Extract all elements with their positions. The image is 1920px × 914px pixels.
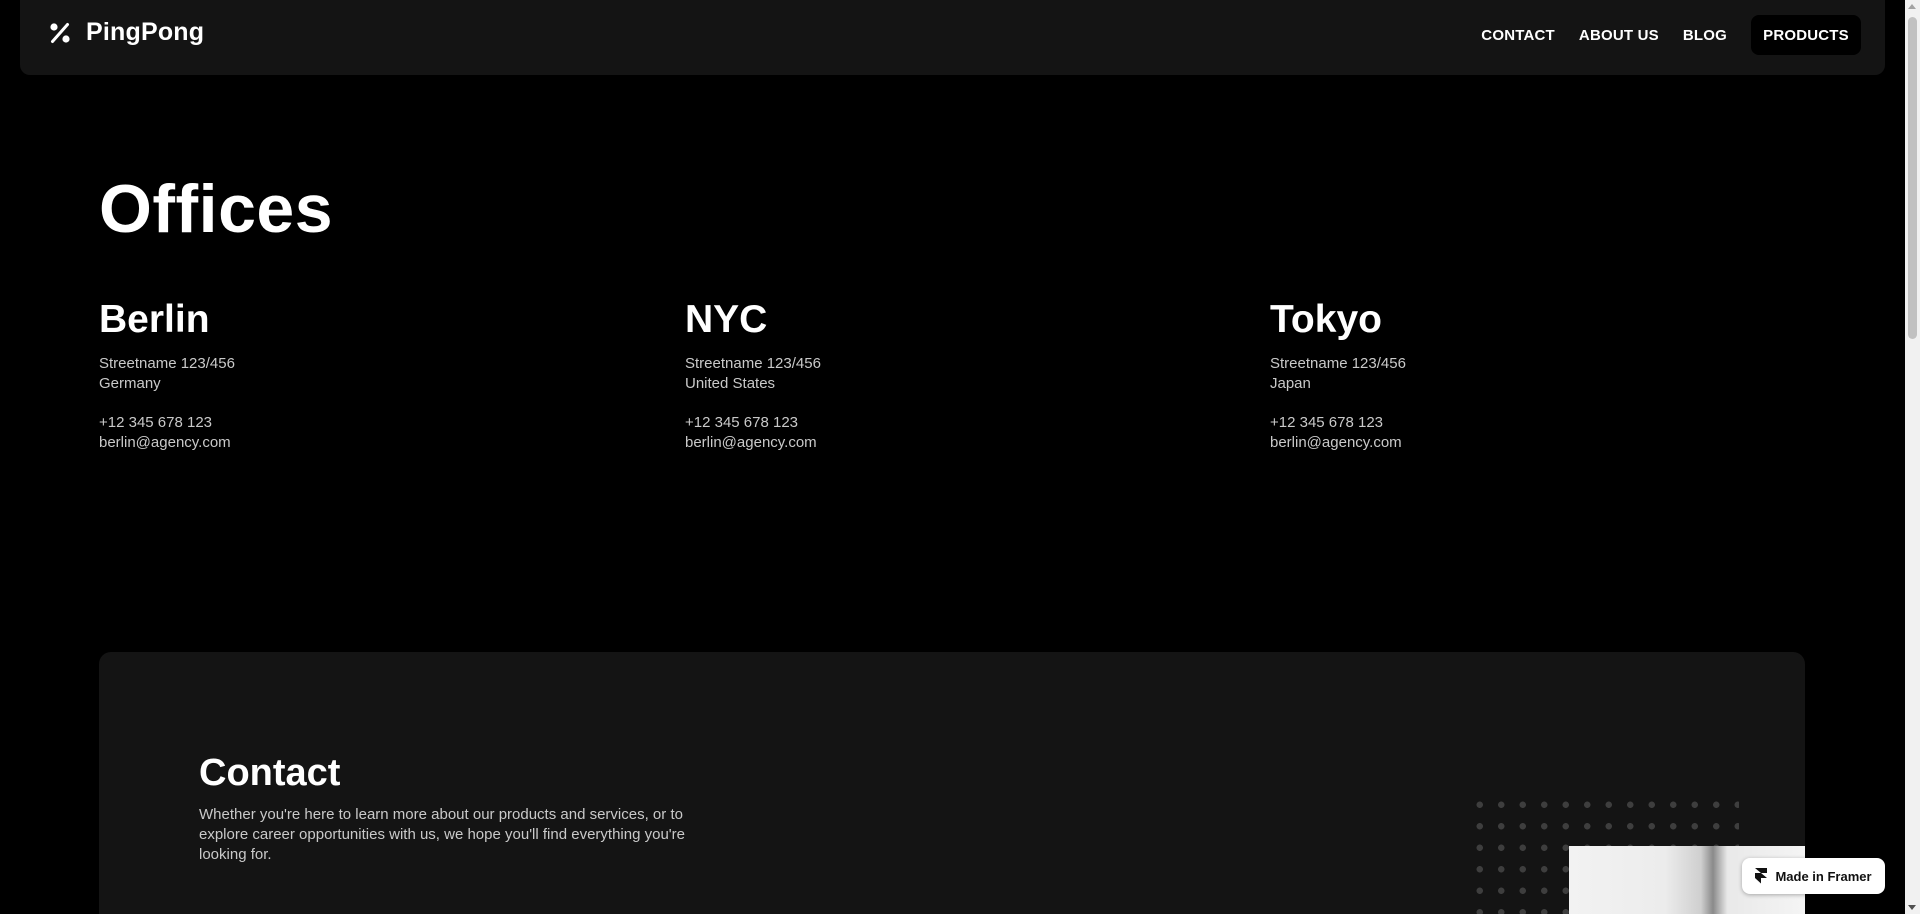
office-country: Japan [1270,375,1311,392]
scroll-up-arrow-icon[interactable] [1908,4,1916,9]
contact-card: Contact Whether you're here to learn mor… [99,652,1805,914]
office-city: Berlin [99,298,210,341]
office-berlin: Berlin Streetname 123/456 Germany +12 34… [99,298,579,453]
scroll-down-arrow-icon[interactable] [1908,905,1916,910]
office-phone: +12 345 678 123 [99,414,213,431]
office-tokyo: Tokyo Streetname 123/456 Japan +12 345 6… [1270,298,1750,453]
office-street: Streetname 123/456 [1270,355,1406,372]
site-header: PingPong CONTACT ABOUT US BLOG PRODUCTS [20,0,1885,75]
scroll-thumb[interactable] [1908,17,1917,339]
nav-about-link[interactable]: ABOUT US [1579,27,1659,44]
office-phone: +12 345 678 123 [1270,414,1384,431]
brand-name: PingPong [86,18,205,46]
office-email: berlin@agency.com [99,434,231,451]
nav-contact-link[interactable]: CONTACT [1481,27,1555,44]
office-phone: +12 345 678 123 [685,414,799,431]
office-email: berlin@agency.com [685,434,817,451]
framer-icon [1755,868,1768,884]
nav-products-button[interactable]: PRODUCTS [1751,15,1861,55]
main-nav: CONTACT ABOUT US BLOG PRODUCTS [1481,15,1861,55]
office-country: Germany [99,375,161,392]
office-country: United States [685,375,776,392]
contact-description: Whether you're here to learn more about … [199,806,685,863]
office-nyc: NYC Streetname 123/456 United States +12… [685,298,1165,453]
badge-label: Made in Framer [1775,868,1872,884]
contact-title: Contact [199,752,341,794]
office-street: Streetname 123/456 [685,355,821,372]
office-city: NYC [685,298,768,341]
percent-icon [50,22,70,43]
office-email: berlin@agency.com [1270,434,1402,451]
offices-title: Offices [99,171,334,247]
nav-blog-link[interactable]: BLOG [1683,27,1727,44]
made-in-framer-badge[interactable]: Made in Framer [1742,858,1885,894]
office-street: Streetname 123/456 [99,355,235,372]
brand-logo[interactable]: PingPong [48,18,204,47]
office-city: Tokyo [1270,298,1382,341]
page-scrollbar[interactable] [1905,0,1920,914]
